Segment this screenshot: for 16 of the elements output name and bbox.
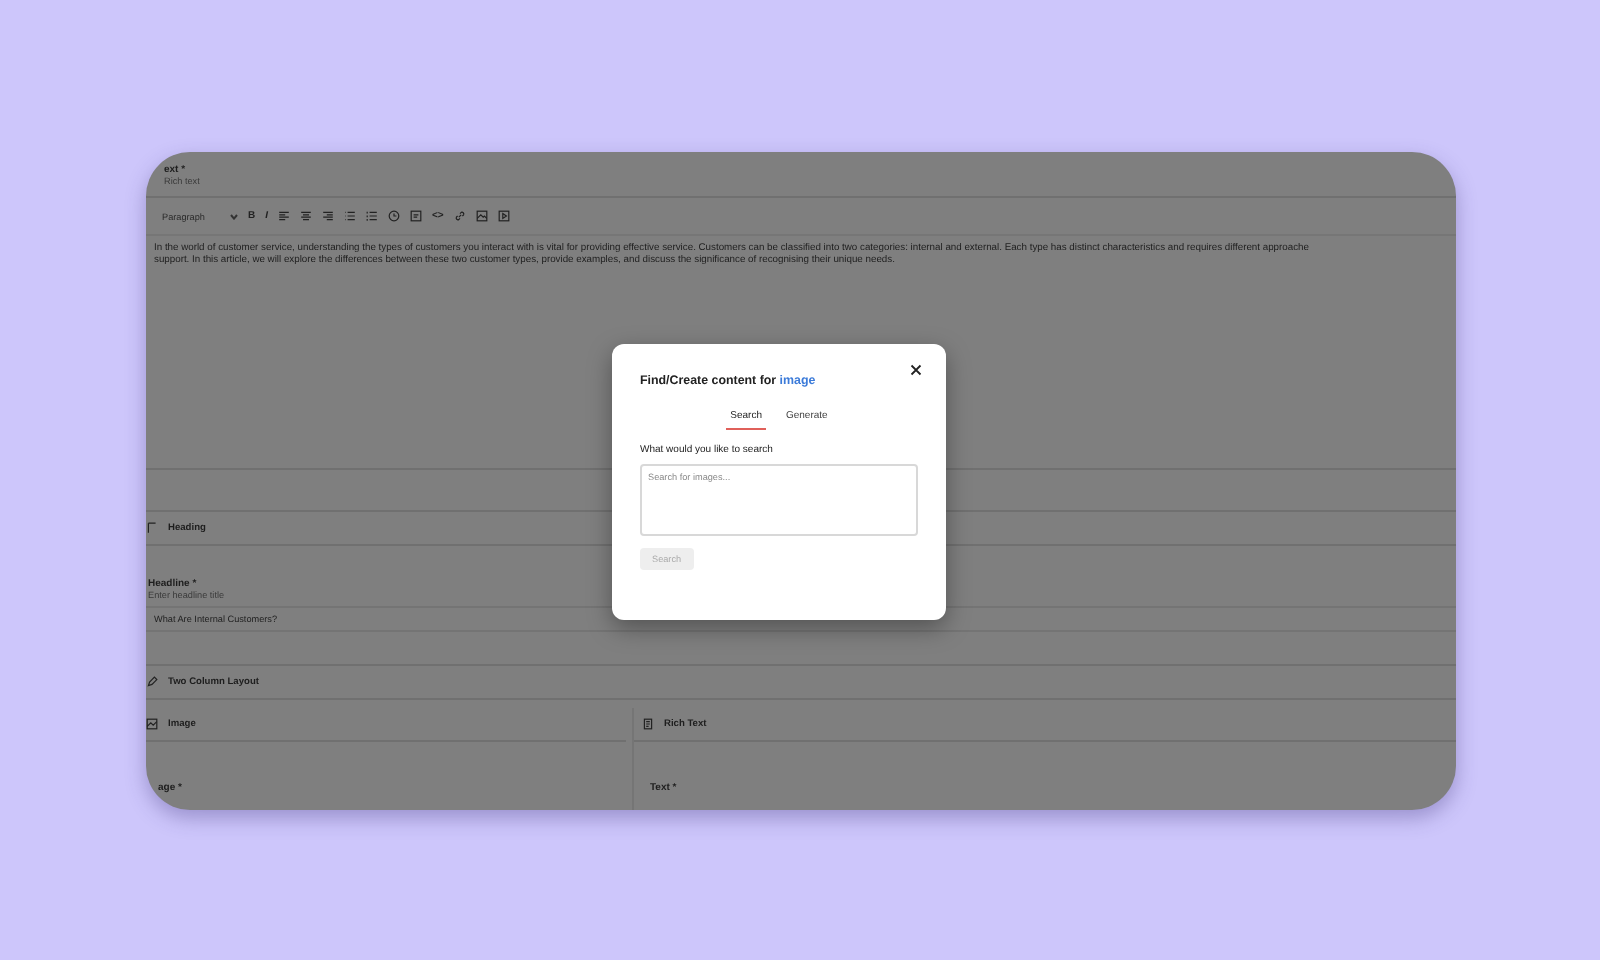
link-icon[interactable] — [453, 210, 466, 222]
clock-icon[interactable] — [388, 210, 401, 222]
align-center-icon[interactable] — [300, 210, 313, 222]
document-icon — [642, 718, 654, 730]
bulleted-list-icon[interactable] — [344, 210, 357, 222]
pen-icon — [146, 676, 158, 688]
caret-icon — [230, 213, 238, 219]
block-icon[interactable] — [410, 210, 423, 222]
image-icon[interactable] — [475, 210, 488, 222]
numbered-list-icon[interactable] — [366, 210, 379, 222]
play-box-icon[interactable] — [497, 210, 510, 222]
image-icon — [146, 718, 158, 730]
align-right-icon[interactable] — [322, 210, 335, 222]
close-button[interactable] — [910, 362, 926, 378]
align-left-icon[interactable] — [278, 210, 291, 222]
heading-icon — [146, 522, 158, 534]
